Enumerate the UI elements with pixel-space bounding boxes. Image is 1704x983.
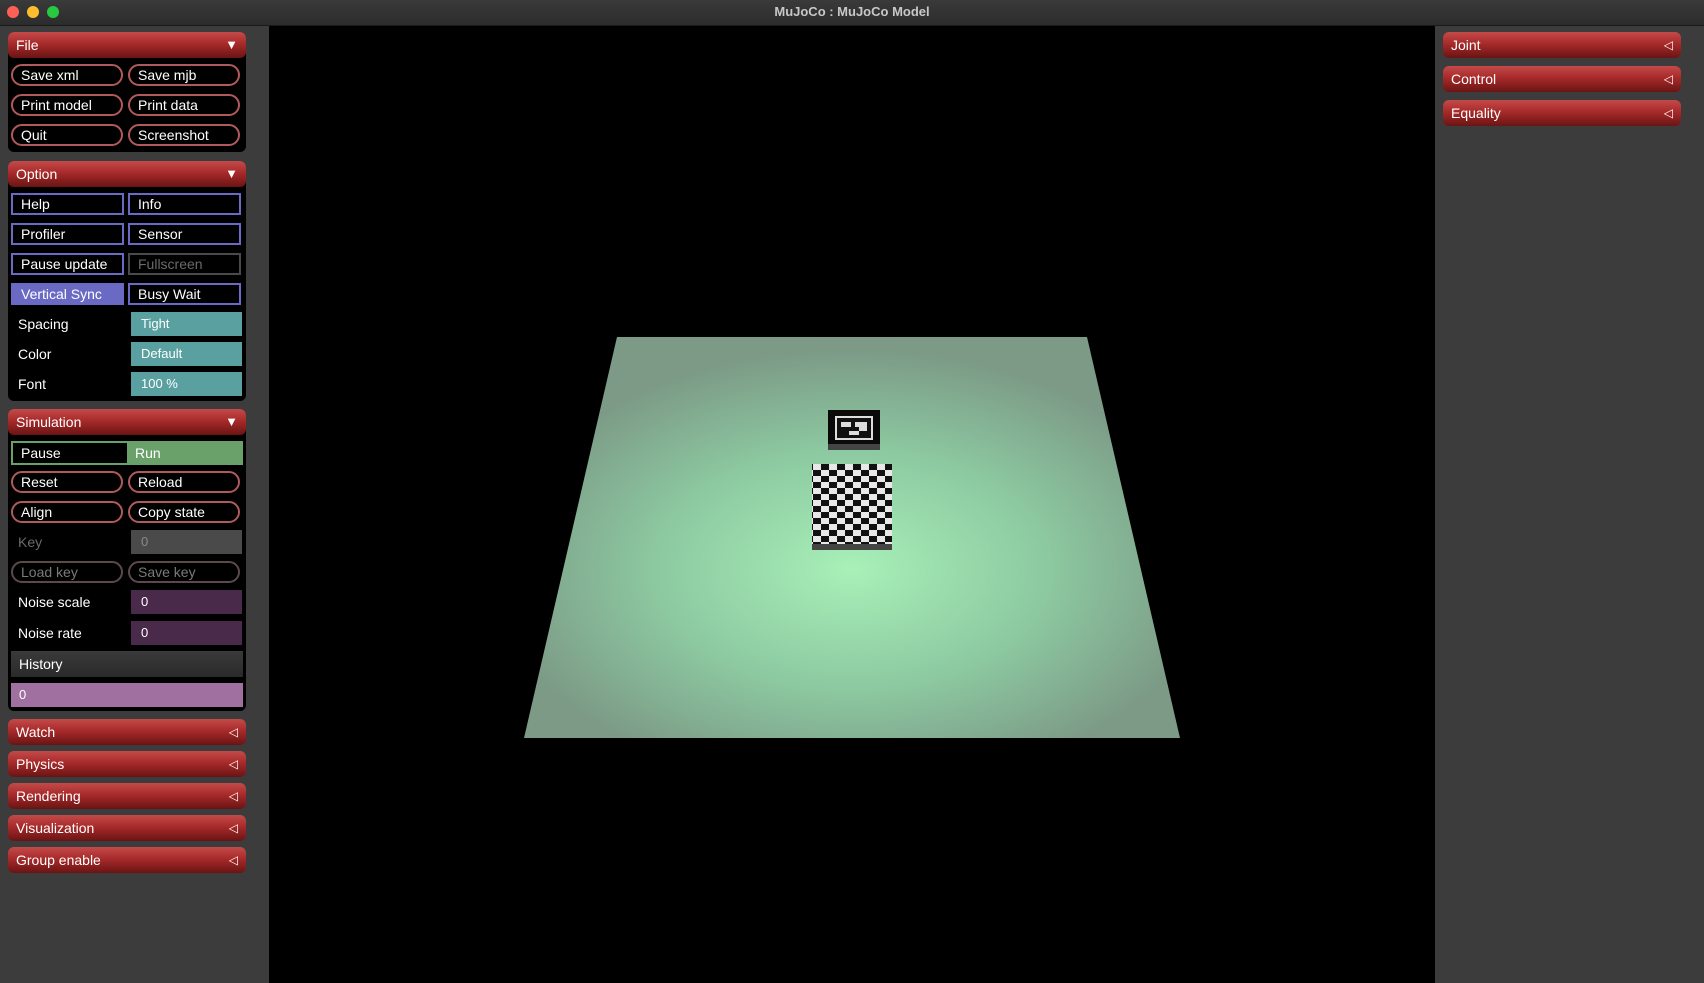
rendering-section-header[interactable]: Rendering ◁ xyxy=(8,783,246,809)
collapsed-arrow-icon: ◁ xyxy=(1663,38,1673,52)
color-select[interactable]: Default xyxy=(131,342,242,366)
collapsed-arrow-icon: ◁ xyxy=(1663,106,1673,120)
expanded-arrow-icon: ▼ xyxy=(225,37,238,52)
spacing-select[interactable]: Tight xyxy=(131,312,242,336)
physics-section-title: Physics xyxy=(16,756,65,772)
history-slider[interactable]: 0 xyxy=(11,683,243,707)
equality-section-title: Equality xyxy=(1451,105,1501,121)
collapsed-arrow-icon: ◁ xyxy=(1663,72,1673,86)
save-xml-button[interactable]: Save xml xyxy=(11,64,123,86)
font-select[interactable]: 100 % xyxy=(131,372,242,396)
simulation-section-header[interactable]: Simulation ▼ xyxy=(8,409,246,435)
left-ui-panel: File ▼ Save xml Save mjb Print model Pri… xyxy=(0,26,269,983)
screenshot-button[interactable]: Screenshot xyxy=(128,124,240,146)
option-section-header[interactable]: Option ▼ xyxy=(8,161,246,187)
checkerboard-object xyxy=(812,464,892,550)
group-enable-section-header[interactable]: Group enable ◁ xyxy=(8,847,246,873)
save-key-button: Save key xyxy=(128,561,240,583)
copy-state-button[interactable]: Copy state xyxy=(128,501,240,523)
file-section-title: File xyxy=(16,37,39,53)
watch-section-title: Watch xyxy=(16,724,56,740)
option-section: Option ▼ Help Info Profiler Sensor Pause… xyxy=(8,161,246,401)
collapsed-arrow-icon: ◁ xyxy=(228,725,238,739)
file-section: File ▼ Save xml Save mjb Print model Pri… xyxy=(8,32,246,152)
info-toggle[interactable]: Info xyxy=(128,193,241,215)
pause-update-toggle[interactable]: Pause update xyxy=(11,253,124,275)
watch-section-header[interactable]: Watch ◁ xyxy=(8,719,246,745)
rendering-section-title: Rendering xyxy=(16,788,81,804)
vertical-sync-toggle[interactable]: Vertical Sync xyxy=(11,283,124,305)
noise-rate-label: Noise rate xyxy=(18,625,82,641)
save-mjb-button[interactable]: Save mjb xyxy=(128,64,240,86)
expanded-arrow-icon: ▼ xyxy=(225,414,238,429)
simulation-section: Simulation ▼ Pause Run Reset Reload Alig… xyxy=(8,409,246,711)
title-bar: MuJoCo : MuJoCo Model xyxy=(0,0,1704,26)
joint-section-title: Joint xyxy=(1451,37,1481,53)
joint-section-header[interactable]: Joint ◁ xyxy=(1443,32,1681,58)
reload-button[interactable]: Reload xyxy=(128,471,240,493)
profiler-toggle[interactable]: Profiler xyxy=(11,223,124,245)
history-separator: History xyxy=(11,651,243,677)
collapsed-arrow-icon: ◁ xyxy=(228,853,238,867)
align-button[interactable]: Align xyxy=(11,501,123,523)
busy-wait-toggle[interactable]: Busy Wait xyxy=(128,283,241,305)
group-enable-section-title: Group enable xyxy=(16,852,101,868)
fullscreen-toggle: Fullscreen xyxy=(128,253,241,275)
color-label: Color xyxy=(18,346,52,362)
right-ui-panel: Joint ◁ Control ◁ Equality ◁ xyxy=(1435,26,1704,983)
noise-scale-slider[interactable]: 0 xyxy=(131,590,242,614)
simulation-section-title: Simulation xyxy=(16,414,82,430)
pause-option[interactable]: Pause xyxy=(13,443,127,463)
spacing-label: Spacing xyxy=(18,316,69,332)
collapsed-arrow-icon: ◁ xyxy=(228,789,238,803)
physics-section-header[interactable]: Physics ◁ xyxy=(8,751,246,777)
collapsed-arrow-icon: ◁ xyxy=(228,757,238,771)
control-section-header[interactable]: Control ◁ xyxy=(1443,66,1681,92)
font-label: Font xyxy=(18,376,47,392)
equality-section-header[interactable]: Equality ◁ xyxy=(1443,100,1681,126)
visualization-section-title: Visualization xyxy=(16,820,95,836)
key-slider: 0 xyxy=(131,530,242,554)
run-option[interactable]: Run xyxy=(127,443,241,463)
noise-rate-slider[interactable]: 0 xyxy=(131,621,242,645)
simulation-viewport[interactable] xyxy=(269,26,1435,983)
reset-button[interactable]: Reset xyxy=(11,471,123,493)
expanded-arrow-icon: ▼ xyxy=(225,166,238,181)
collapsed-arrow-icon: ◁ xyxy=(228,821,238,835)
marker-object xyxy=(828,410,880,450)
print-data-button[interactable]: Print data xyxy=(128,94,240,116)
sensor-toggle[interactable]: Sensor xyxy=(128,223,241,245)
noise-scale-label: Noise scale xyxy=(18,594,91,610)
print-model-button[interactable]: Print model xyxy=(11,94,123,116)
visualization-section-header[interactable]: Visualization ◁ xyxy=(8,815,246,841)
pause-run-radio[interactable]: Pause Run xyxy=(11,441,243,465)
help-toggle[interactable]: Help xyxy=(11,193,124,215)
control-section-title: Control xyxy=(1451,71,1497,87)
quit-button[interactable]: Quit xyxy=(11,124,123,146)
window-title: MuJoCo : MuJoCo Model xyxy=(774,4,930,19)
file-section-header[interactable]: File ▼ xyxy=(8,32,246,58)
option-section-title: Option xyxy=(16,166,58,182)
scene-canvas[interactable] xyxy=(269,26,1435,983)
load-key-button: Load key xyxy=(11,561,123,583)
key-label: Key xyxy=(18,534,43,550)
